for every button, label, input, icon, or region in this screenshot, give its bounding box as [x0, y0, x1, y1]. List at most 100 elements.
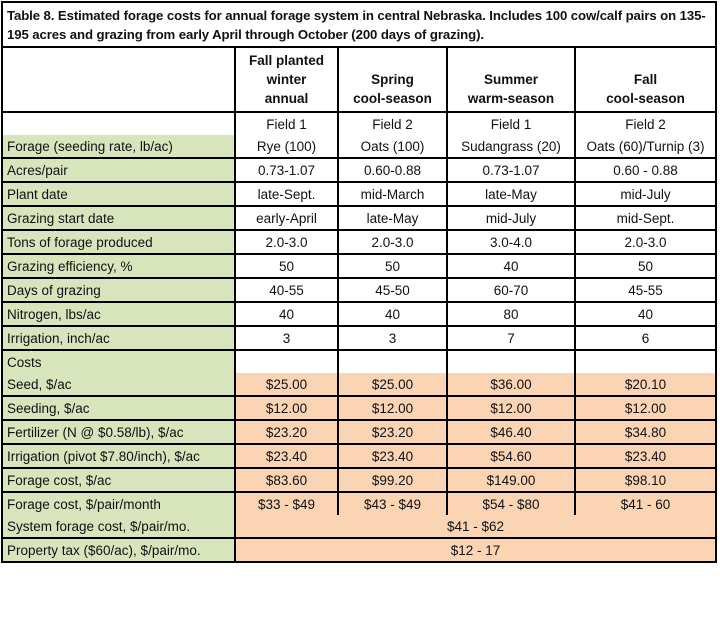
- table-cell: $25.00: [337, 373, 448, 397]
- table-row: Irrigation (pivot $7.80/inch), $/ac $23.4…: [3, 443, 715, 469]
- table-cell: $149.00: [446, 467, 576, 493]
- row-label: Acres/pair: [3, 157, 236, 183]
- table-cell: 40: [234, 301, 339, 327]
- table-row: Fertilizer (N @ $0.58/lb), $/ac $23.20 $23…: [3, 419, 715, 445]
- table-row: Grazing start date early-April late-May mid…: [3, 205, 715, 231]
- table-cell: $43 - $49: [337, 491, 448, 515]
- column-header: Fall planted winter annual: [234, 48, 339, 113]
- column-header: Fall cool-season: [574, 48, 715, 113]
- table-cell: 45-50: [337, 277, 448, 303]
- table-row: Seed, $/ac $25.00 $25.00 $36.00 $20.10: [3, 373, 715, 397]
- column-header-row: Fall planted winter annual Spring cool-s…: [3, 48, 715, 113]
- table-cell: 2.0-3.0: [234, 229, 339, 255]
- table-cell: $25.00: [234, 373, 339, 397]
- row-label: Property tax ($60/ac), $/pair/mo.: [3, 537, 236, 561]
- summary-value: $12 - 17: [234, 537, 715, 561]
- table-cell: 3.0-4.0: [446, 229, 576, 255]
- table-cell: $12.00: [337, 395, 448, 421]
- table-cell: mid-Sept.: [574, 205, 715, 231]
- table-cell: early-April: [234, 205, 339, 231]
- row-label: Plant date: [3, 181, 236, 207]
- table-cell: $98.10: [574, 467, 715, 493]
- table-cell: 0.60 - 0.88: [574, 157, 715, 183]
- table-row: Seeding, $/ac $12.00 $12.00 $12.00 $12.00: [3, 395, 715, 421]
- table-cell: 40: [574, 301, 715, 327]
- table-cell: 50: [337, 253, 448, 279]
- table-row: Irrigation, inch/ac 3 3 7 6: [3, 325, 715, 351]
- summary-value: $41 - $62: [234, 515, 715, 539]
- row-label: Seeding, $/ac: [3, 395, 236, 421]
- table-row: Forage cost, $/pair/month $33 - $49 $43 - …: [3, 491, 715, 515]
- summary-row: System forage cost, $/pair/mo. $41 - $62: [3, 515, 715, 539]
- table-cell: $12.00: [234, 395, 339, 421]
- table-cell: 45-55: [574, 277, 715, 303]
- table-cell: Rye (100): [234, 135, 339, 159]
- table-cell: 0.60-0.88: [337, 157, 448, 183]
- table-cell: 80: [446, 301, 576, 327]
- table-cell: late-May: [337, 205, 448, 231]
- row-label: Days of grazing: [3, 277, 236, 303]
- table-cell: Sudangrass (20): [446, 135, 576, 159]
- table-row: Forage (seeding rate, lb/ac) Rye (100) Oat…: [3, 135, 715, 159]
- table-cell: Oats (100): [337, 135, 448, 159]
- table-cell: $12.00: [574, 395, 715, 421]
- table-cell: 40-55: [234, 277, 339, 303]
- table-row: Tons of forage produced 2.0-3.0 2.0-3.0 3.0…: [3, 229, 715, 255]
- table-cell: 40: [446, 253, 576, 279]
- table-cell: 50: [574, 253, 715, 279]
- table-caption: Table 8. Estimated forage costs for annu…: [3, 3, 715, 48]
- row-label: Forage (seeding rate, lb/ac): [3, 135, 236, 159]
- table-cell: $36.00: [446, 373, 576, 397]
- table-cell: 2.0-3.0: [574, 229, 715, 255]
- forage-cost-table-container: Table 8. Estimated forage costs for annu…: [1, 1, 717, 563]
- table-cell: $23.40: [234, 443, 339, 469]
- table-cell: $23.40: [574, 443, 715, 469]
- table-cell: [234, 349, 339, 373]
- table-cell: $23.20: [234, 419, 339, 445]
- row-label: Forage cost, $/pair/month: [3, 491, 236, 515]
- table-cell: 3: [337, 325, 448, 351]
- table-cell: 0.73-1.07: [446, 157, 576, 183]
- field-cell: Field 2: [337, 111, 448, 135]
- column-header: Spring cool-season: [337, 48, 448, 113]
- table-cell: 0.73-1.07: [234, 157, 339, 183]
- header-corner: [3, 48, 236, 113]
- table-cell: 60-70: [446, 277, 576, 303]
- row-label: Grazing efficiency, %: [3, 253, 236, 279]
- table-cell: $54 - $80: [446, 491, 576, 515]
- row-label: System forage cost, $/pair/mo.: [3, 515, 236, 539]
- table-cell: $33 - $49: [234, 491, 339, 515]
- forage-cost-table: Fall planted winter annual Spring cool-s…: [3, 48, 715, 561]
- table-cell: late-May: [446, 181, 576, 207]
- field-row: Field 1 Field 2 Field 1 Field 2: [3, 111, 715, 135]
- table-cell: 50: [234, 253, 339, 279]
- field-row-label: [3, 111, 236, 135]
- row-label: Nitrogen, lbs/ac: [3, 301, 236, 327]
- table-cell: 2.0-3.0: [337, 229, 448, 255]
- field-cell: Field 1: [446, 111, 576, 135]
- table-row: Grazing efficiency, % 50 50 40 50: [3, 253, 715, 279]
- table-row: Forage cost, $/ac $83.60 $99.20 $149.00 $98.…: [3, 467, 715, 493]
- table-row: Acres/pair 0.73-1.07 0.60-0.88 0.73-1.07 0.6…: [3, 157, 715, 183]
- data-rows: Forage (seeding rate, lb/ac) Rye (100) Oat…: [3, 135, 715, 373]
- table-cell: $23.40: [337, 443, 448, 469]
- field-cell: Field 1: [234, 111, 339, 135]
- table-cell: [337, 349, 448, 373]
- table-cell: 7: [446, 325, 576, 351]
- row-label: Costs: [3, 349, 236, 373]
- table-cell: [574, 349, 715, 373]
- table-cell: late-Sept.: [234, 181, 339, 207]
- table-cell: [446, 349, 576, 373]
- column-header: Summer warm-season: [446, 48, 576, 113]
- cost-rows: Seed, $/ac $25.00 $25.00 $36.00 $20.10 Seedin…: [3, 373, 715, 515]
- table-cell: mid-March: [337, 181, 448, 207]
- table-row: Days of grazing 40-55 45-50 60-70 45-55: [3, 277, 715, 303]
- table-cell: 6: [574, 325, 715, 351]
- table-cell: $23.20: [337, 419, 448, 445]
- table-cell: $46.40: [446, 419, 576, 445]
- table-row: Plant date late-Sept. mid-March late-May mid…: [3, 181, 715, 207]
- table-cell: $54.60: [446, 443, 576, 469]
- table-row: Nitrogen, lbs/ac 40 40 80 40: [3, 301, 715, 327]
- table-cell: $99.20: [337, 467, 448, 493]
- row-label: Seed, $/ac: [3, 373, 236, 397]
